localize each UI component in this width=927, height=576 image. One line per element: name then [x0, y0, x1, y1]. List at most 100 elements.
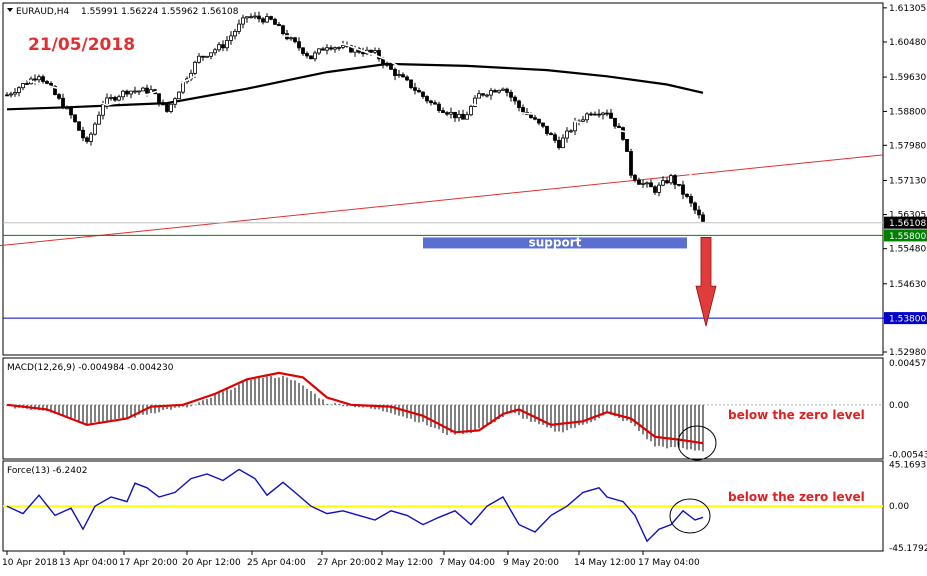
candle-body — [621, 127, 625, 140]
candle-body — [105, 97, 109, 106]
candle-body — [21, 83, 25, 89]
candle-body — [289, 37, 293, 40]
candle-body — [485, 94, 489, 97]
candle-body — [13, 92, 17, 95]
candle-body — [613, 117, 617, 127]
candle-body — [393, 68, 397, 76]
price-tick-label: 1.58800 — [889, 107, 926, 117]
price-tick-label: 1.55480 — [889, 245, 926, 255]
candle-body — [325, 47, 329, 51]
candle-body — [421, 91, 425, 97]
candle-body — [269, 16, 273, 20]
candle-body — [609, 112, 613, 119]
time-tick-label: 2 May 12:00 — [377, 558, 433, 568]
candle-body — [261, 18, 265, 23]
candle-body — [257, 15, 261, 20]
candle-body — [73, 114, 77, 123]
candle-body — [669, 175, 673, 184]
macd-tick-label: -0.005439 — [889, 451, 927, 461]
candle-body — [641, 182, 645, 185]
time-tick-label: 9 May 20:00 — [503, 558, 559, 568]
current-price-tag: 1.56108 — [889, 219, 926, 229]
candle-body — [637, 179, 641, 185]
candle-body — [297, 41, 301, 49]
candle-body — [221, 44, 225, 49]
candle-body — [493, 90, 497, 93]
candle-body — [305, 53, 309, 57]
candle-body — [265, 16, 269, 23]
candle-body — [373, 50, 377, 53]
candle-body — [545, 125, 549, 134]
candle-body — [121, 90, 125, 98]
candle-body — [65, 107, 69, 110]
candle-body — [117, 96, 121, 101]
candle-body — [649, 182, 653, 188]
candle-body — [45, 81, 49, 84]
candle-body — [565, 130, 569, 139]
price-tick-label: 1.57130 — [889, 176, 926, 186]
support-label: support — [529, 235, 582, 249]
candle-body — [113, 96, 117, 101]
candle-body — [593, 113, 597, 116]
candle-body — [429, 100, 433, 104]
candle-body — [241, 17, 245, 25]
symbol-label: EURAUD,H4 — [16, 7, 69, 17]
candle-body — [125, 90, 129, 95]
force-tick-label: 0.00 — [889, 502, 909, 512]
candle-body — [653, 186, 657, 193]
candle-body — [605, 112, 609, 115]
candle-body — [509, 91, 513, 98]
candle-body — [213, 49, 217, 54]
candle-body — [37, 76, 41, 81]
price-tick-label: 1.61305 — [889, 4, 926, 14]
candle-body — [81, 129, 85, 139]
force-tick-label: -45.1792 — [889, 544, 927, 554]
candle-body — [445, 112, 449, 115]
candle-body — [161, 103, 165, 106]
time-tick-label: 17 May 04:00 — [638, 558, 700, 568]
candle-body — [589, 113, 593, 116]
candle-body — [157, 93, 161, 105]
candle-body — [685, 193, 689, 197]
chart-window: support 1.61305 1.60480 1.59630 1.58800 1.57… — [0, 0, 927, 572]
candle-body — [505, 88, 509, 93]
candle-body — [249, 16, 253, 19]
time-tick-label: 25 Apr 04:00 — [247, 558, 306, 568]
candle-body — [273, 18, 277, 25]
candle-body — [317, 48, 321, 54]
candle-body — [397, 74, 401, 76]
candle-body — [441, 110, 445, 114]
candle-body — [689, 196, 693, 204]
force-title: Force(13) -6.2402 — [7, 466, 87, 476]
candle-body — [17, 87, 21, 93]
macd-title: MACD(12,26,9) -0.004984 -0.004230 — [7, 363, 174, 373]
candle-body — [461, 113, 465, 120]
time-tick-label: 20 Apr 12:00 — [182, 558, 241, 568]
candle-body — [321, 48, 325, 51]
candle-body — [561, 137, 565, 149]
candle-body — [173, 98, 177, 105]
candle-body — [625, 139, 629, 152]
candle-body — [385, 63, 389, 66]
candle-body — [457, 113, 461, 119]
candle-body — [553, 134, 557, 141]
candle-body — [665, 180, 669, 184]
candle-body — [145, 87, 149, 94]
candle-body — [217, 44, 221, 51]
price-tick-label: 1.54630 — [889, 280, 926, 290]
time-tick-label: 17 Apr 20:00 — [119, 558, 178, 568]
candle-body — [517, 100, 521, 108]
candle-body — [237, 23, 241, 32]
candle-body — [501, 88, 505, 91]
candle-body — [77, 121, 81, 131]
force-tick-label: 45.1693 — [889, 461, 926, 471]
candle-body — [97, 114, 101, 125]
candle-body — [677, 183, 681, 186]
candle-body — [209, 52, 213, 57]
candle-body — [309, 55, 313, 60]
candle-body — [137, 90, 141, 93]
candle-body — [537, 118, 541, 124]
candle-body — [629, 151, 633, 176]
candle-body — [693, 202, 697, 211]
candle-body — [369, 49, 373, 53]
